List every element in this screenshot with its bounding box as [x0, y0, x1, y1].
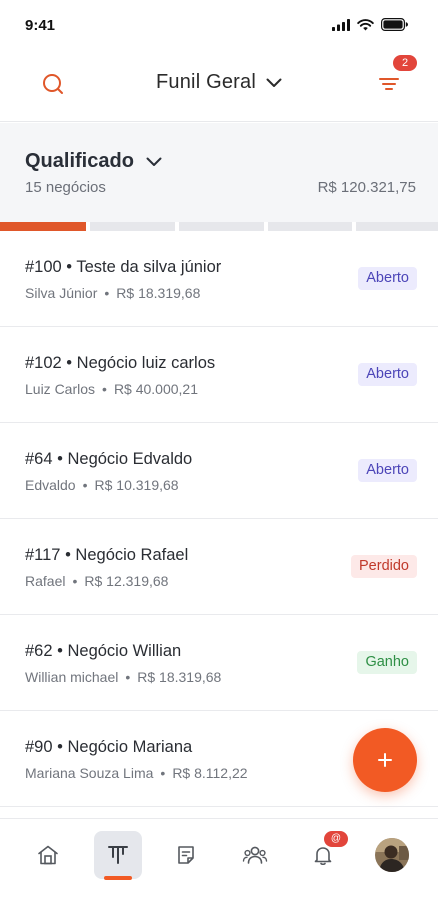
deal-meta: Willian michael • R$ 18.319,68	[25, 669, 221, 685]
deals-list: #100 • Teste da silva júnior Silva Júnio…	[0, 231, 438, 807]
avatar	[375, 838, 409, 872]
deal-contact: Luiz Carlos	[25, 381, 96, 397]
stage-name: Qualificado	[25, 150, 134, 172]
deal-row[interactable]: #100 • Teste da silva júnior Silva Júnio…	[0, 231, 438, 327]
deal-contact: Edvaldo	[25, 477, 76, 493]
battery-icon	[381, 18, 408, 31]
filter-button[interactable]	[378, 74, 400, 94]
status-bar: 9:41	[0, 0, 438, 52]
document-icon	[178, 846, 194, 864]
bottom-nav: @	[0, 818, 438, 908]
deal-row[interactable]: #62 • Negócio Willian Willian michael • R$…	[0, 615, 438, 711]
deal-meta: Luiz Carlos • R$ 40.000,21	[25, 381, 198, 397]
signal-icon	[332, 18, 350, 31]
deal-title: #100 • Teste da silva júnior	[25, 258, 222, 276]
deal-contact: Rafael	[25, 573, 66, 589]
stage-summary: Qualificado 15 negócios R$ 120.321,75	[0, 123, 438, 222]
separator-dot: •	[160, 765, 166, 781]
deal-contact: Mariana Souza Lima	[25, 765, 154, 781]
stage-segment[interactable]	[179, 222, 264, 231]
stage-segment[interactable]	[356, 222, 438, 231]
pipeline-icon	[108, 846, 128, 864]
home-icon	[38, 845, 58, 865]
separator-dot: •	[125, 669, 131, 685]
stage-selector[interactable]: Qualificado	[25, 150, 162, 173]
deal-row[interactable]: #117 • Negócio Rafael Rafael • R$ 12.319,6…	[0, 519, 438, 615]
status-badge: Ganho	[357, 651, 417, 674]
status-badge: Aberto	[358, 459, 417, 482]
deal-value: R$ 18.319,68	[116, 285, 201, 301]
deal-meta: Silva Júnior • R$ 18.319,68	[25, 285, 200, 301]
deal-row[interactable]: #64 • Negócio Edvaldo Edvaldo • R$ 10.319,…	[0, 423, 438, 519]
stage-progress	[0, 222, 438, 231]
nav-profile[interactable]	[368, 831, 416, 879]
nav-home[interactable]	[24, 831, 72, 879]
status-time: 9:41	[25, 17, 56, 34]
filter-count-badge: 2	[393, 55, 417, 71]
deal-meta: Mariana Souza Lima • R$ 8.112,22	[25, 765, 248, 781]
separator-dot: •	[82, 477, 88, 493]
deal-title: #90 • Negócio Mariana	[25, 738, 193, 756]
chevron-down-icon	[146, 157, 162, 166]
separator-dot: •	[72, 573, 78, 589]
stage-segment-active[interactable]	[0, 222, 86, 231]
wifi-icon	[357, 18, 374, 30]
deal-title: #64 • Negócio Edvaldo	[25, 450, 193, 468]
nav-pipeline[interactable]	[94, 831, 142, 879]
stage-segment[interactable]	[268, 222, 352, 231]
stage-total-value: R$ 120.321,75	[317, 179, 416, 196]
status-badge: Perdido	[351, 555, 417, 578]
deal-title: #62 • Negócio Willian	[25, 642, 182, 660]
deal-row[interactable]: #102 • Negócio luiz carlos Luiz Carlos • R…	[0, 327, 438, 423]
deal-value: R$ 10.319,68	[94, 477, 179, 493]
contacts-icon	[242, 846, 268, 864]
add-deal-button[interactable]	[353, 728, 417, 792]
page-title: Funil Geral	[155, 71, 256, 93]
pipeline-selector[interactable]: Funil Geral	[0, 71, 438, 94]
deal-value: R$ 18.319,68	[137, 669, 222, 685]
deal-contact: Silva Júnior	[25, 285, 98, 301]
deal-meta: Edvaldo • R$ 10.319,68	[25, 477, 179, 493]
stage-segment[interactable]	[90, 222, 175, 231]
chevron-down-icon	[266, 78, 282, 87]
separator-dot: •	[102, 381, 107, 397]
filter-icon	[379, 78, 399, 90]
deal-title: #117 • Negócio Rafael	[25, 546, 189, 564]
nav-active-indicator	[104, 876, 132, 880]
notifications-badge: @	[324, 831, 348, 847]
status-badge: Aberto	[358, 363, 417, 386]
nav-contacts[interactable]	[231, 831, 279, 879]
deal-contact: Willian michael	[25, 669, 119, 685]
deal-value: R$ 12.319,68	[84, 573, 169, 589]
deal-title: #102 • Negócio luiz carlos	[25, 354, 216, 372]
deal-value: R$ 40.000,21	[113, 381, 199, 397]
deal-meta: Rafael • R$ 12.319,68	[25, 573, 168, 589]
nav-documents[interactable]	[162, 831, 210, 879]
status-badge: Aberto	[358, 267, 417, 290]
plus-icon	[378, 753, 392, 767]
deal-value: R$ 8.112,22	[172, 765, 248, 781]
status-icons	[332, 18, 408, 31]
separator-dot: •	[104, 285, 110, 301]
stage-deal-count: 15 negócios	[25, 179, 106, 196]
app-header: Funil Geral 2	[0, 52, 438, 122]
